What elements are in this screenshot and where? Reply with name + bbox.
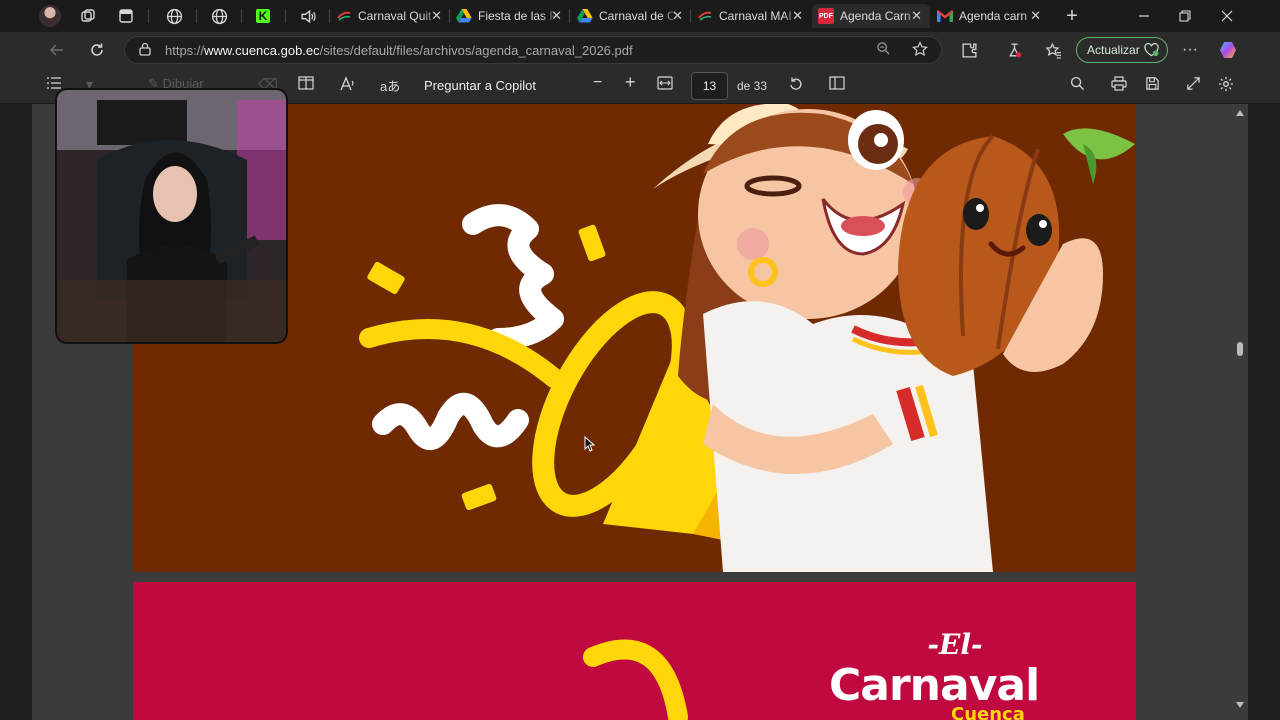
tab-carnaval-de-cuenca[interactable]: Carnaval de C ✕ <box>577 4 685 28</box>
tab-title: Carnaval Quit <box>358 9 432 23</box>
scroll-down-arrow-icon[interactable] <box>1236 702 1244 708</box>
page-count-label: de 33 <box>737 79 768 93</box>
close-icon[interactable]: ✕ <box>792 8 803 24</box>
mouse-cursor <box>584 435 596 457</box>
save-icon[interactable] <box>1145 76 1160 94</box>
vertical-scrollbar[interactable] <box>1232 104 1248 720</box>
two-page-view-icon[interactable] <box>829 76 845 93</box>
update-button-label: Actualizar <box>1087 43 1140 57</box>
back-button[interactable] <box>45 38 69 62</box>
search-icon[interactable] <box>1070 76 1085 94</box>
fit-to-width-icon[interactable] <box>657 76 673 93</box>
read-aloud-icon[interactable] <box>340 76 356 95</box>
gmail-icon <box>937 8 953 24</box>
kick-tab-icon[interactable]: K <box>251 4 275 28</box>
swoosh-icon <box>697 8 713 24</box>
refresh-button[interactable] <box>85 38 109 62</box>
globe-tab-icon[interactable] <box>162 4 186 28</box>
tab-title: Agenda carn <box>959 9 1028 23</box>
more-menu-icon[interactable]: ··· <box>1178 38 1202 62</box>
page-number-input[interactable]: 13 <box>691 72 728 100</box>
favorites-icon[interactable] <box>1041 38 1065 62</box>
page-view-icon[interactable] <box>298 76 314 93</box>
update-button[interactable]: Actualizar <box>1076 37 1168 63</box>
tab-agenda-carnaval-pdf[interactable]: PDF Agenda Carn ✕ <box>812 4 930 28</box>
browser-essentials-icon[interactable] <box>1002 38 1026 62</box>
scroll-up-arrow-icon[interactable] <box>1236 110 1244 116</box>
lock-icon[interactable] <box>139 42 151 59</box>
google-drive-icon <box>456 8 472 24</box>
tab-title: Agenda Carn <box>840 9 911 23</box>
close-window-button[interactable] <box>1215 4 1239 28</box>
minimize-button[interactable] <box>1132 4 1156 28</box>
copilot-icon[interactable] <box>1216 38 1240 62</box>
zoom-search-icon[interactable] <box>876 41 891 59</box>
url-scheme: https:// <box>165 42 205 58</box>
heart-pulse-icon <box>1144 43 1159 60</box>
ask-copilot-button[interactable]: Preguntar a Copilot <box>424 78 536 93</box>
logo-cuenca-text: Cuenca <box>951 704 1025 720</box>
favorite-star-icon[interactable] <box>912 40 928 60</box>
close-icon[interactable]: ✕ <box>431 8 442 24</box>
url-path: /sites/default/files/archivos/agenda_car… <box>319 42 633 58</box>
zoom-in-button[interactable]: + <box>625 72 636 93</box>
tab-title: Carnaval de C <box>599 9 676 23</box>
tab-title: Fiesta de las F <box>478 9 557 23</box>
print-icon[interactable] <box>1111 76 1127 94</box>
close-icon[interactable]: ✕ <box>1030 8 1041 24</box>
pdf-page-14: -El- Carnaval Cuenca <box>133 582 1136 720</box>
tab-fiesta-de-las-flores[interactable]: Fiesta de las F ✕ <box>456 4 564 28</box>
url-host: www.cuenca.gob.ec <box>204 42 320 58</box>
close-icon[interactable]: ✕ <box>911 8 922 24</box>
profile-avatar[interactable] <box>38 4 62 28</box>
tab-title: Carnaval MAI <box>719 9 792 23</box>
tab-strip: K Carnaval Quit ✕ Fiesta de las F ✕ Carn… <box>0 0 1280 32</box>
globe-tab-icon[interactable] <box>207 4 231 28</box>
address-bar[interactable]: https://www.cuenca.gob.ec/sites/default/… <box>124 36 942 64</box>
translate-icon[interactable]: aあ <box>380 76 400 95</box>
tab-actions-icon[interactable] <box>114 4 138 28</box>
navigation-bar: https://www.cuenca.gob.ec/sites/default/… <box>0 32 1280 68</box>
close-icon[interactable]: ✕ <box>551 8 562 24</box>
plus-icon: + <box>1066 4 1078 27</box>
rotate-icon[interactable] <box>788 76 804 95</box>
restore-button[interactable] <box>1173 4 1197 28</box>
close-icon[interactable]: ✕ <box>672 8 683 24</box>
settings-gear-icon[interactable] <box>1218 76 1234 95</box>
zoom-out-button[interactable]: − <box>593 74 602 92</box>
tab-carnaval-mai[interactable]: Carnaval MAI ✕ <box>697 4 805 28</box>
scrollbar-thumb[interactable] <box>1237 342 1243 356</box>
cacao-pod-character <box>898 128 1135 376</box>
google-drive-icon <box>577 8 593 24</box>
logo-el-text: -El- <box>927 628 983 661</box>
workspaces-icon[interactable] <box>76 4 100 28</box>
pdf-icon: PDF <box>818 8 834 24</box>
new-tab-button[interactable]: + <box>1060 4 1084 28</box>
tab-carnaval-quito[interactable]: Carnaval Quit ✕ <box>336 4 444 28</box>
webcam-overlay <box>55 88 288 344</box>
avatar-image <box>39 5 61 27</box>
extensions-icon[interactable] <box>957 38 981 62</box>
swoosh-icon <box>336 8 352 24</box>
tab-agenda-carnaval-gmail[interactable]: Agenda carn ✕ <box>937 4 1047 28</box>
kick-logo-icon: K <box>256 9 270 23</box>
webcam-image <box>57 90 286 342</box>
speaker-tab-icon[interactable] <box>296 4 320 28</box>
fullscreen-icon[interactable] <box>1186 76 1201 94</box>
